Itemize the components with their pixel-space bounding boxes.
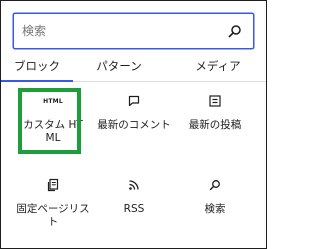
block-item-label: 最新の投稿 xyxy=(188,119,242,131)
block-item-label: カスタム HTML xyxy=(23,119,83,144)
block-item-label: RSS xyxy=(123,203,145,215)
block-item-search[interactable]: 検索 xyxy=(175,171,255,245)
html-icon: HTML xyxy=(43,97,63,105)
block-item-label: 最新のコメント xyxy=(97,119,171,131)
block-item-custom-html[interactable]: HTML カスタム HTML xyxy=(13,87,93,161)
tab-blocks-label: ブロック xyxy=(14,59,60,73)
tab-media-label: メディア xyxy=(195,59,241,73)
posts-list-icon xyxy=(209,95,221,107)
inserter-tabs: ブロック パターン メディア xyxy=(1,53,266,82)
search-input[interactable] xyxy=(14,14,224,48)
block-item-label: 検索 xyxy=(204,203,226,215)
tab-patterns-label: パターン xyxy=(96,59,142,73)
block-item-latest-comments[interactable]: 最新のコメント xyxy=(94,87,174,161)
block-item-rss[interactable]: RSS xyxy=(94,171,174,245)
rss-icon xyxy=(129,180,139,190)
tab-patterns[interactable]: パターン xyxy=(83,53,155,81)
search-box[interactable] xyxy=(13,13,254,49)
block-grid: HTML カスタム HTML 最新のコメント 最新の投稿 固定ページリスト RS… xyxy=(13,87,255,241)
comment-icon xyxy=(128,95,140,107)
tab-media[interactable]: メディア xyxy=(173,53,263,81)
block-inserter-panel: ブロック パターン メディア HTML カスタム HTML 最新のコメント xyxy=(0,0,267,249)
pages-icon xyxy=(47,178,59,192)
tab-blocks[interactable]: ブロック xyxy=(1,53,73,82)
active-tab-indicator xyxy=(1,80,73,82)
block-item-page-list[interactable]: 固定ページリスト xyxy=(13,171,93,245)
search-icon[interactable] xyxy=(228,24,242,38)
search-icon xyxy=(209,180,220,191)
block-item-latest-posts[interactable]: 最新の投稿 xyxy=(175,87,255,161)
block-item-label: 固定ページリスト xyxy=(16,203,90,228)
